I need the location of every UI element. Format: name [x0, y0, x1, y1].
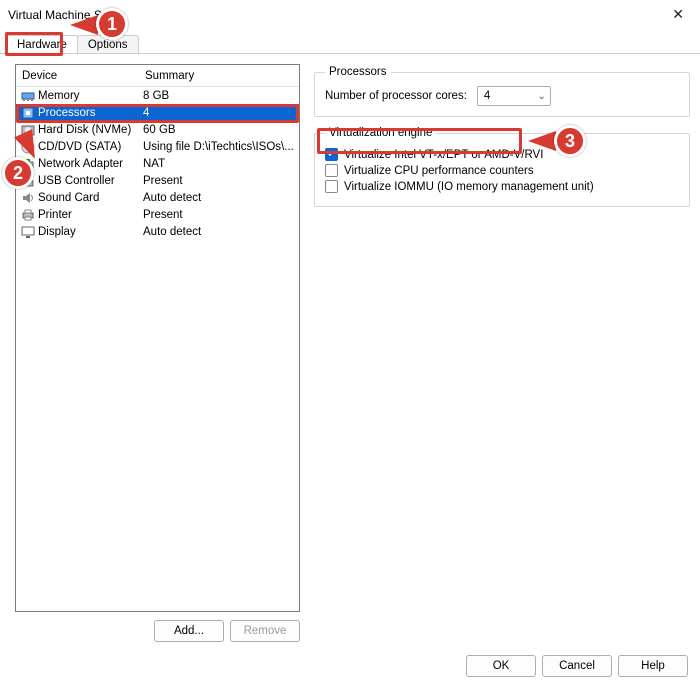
add-button[interactable]: Add...: [154, 620, 224, 642]
annotation-badge-3: 3: [554, 125, 586, 157]
device-label: Display: [36, 226, 139, 238]
device-table: Device Summary Memory8 GBProcessors4Hard…: [15, 64, 300, 612]
processors-group: Processors Number of processor cores: 4 …: [314, 66, 690, 117]
checkbox-vt[interactable]: ✓: [325, 148, 338, 161]
device-label: Memory: [36, 90, 139, 102]
device-label: Network Adapter: [36, 158, 139, 170]
device-summary: Auto detect: [139, 226, 299, 238]
table-row[interactable]: Memory8 GB: [16, 87, 299, 104]
col-header-summary[interactable]: Summary: [141, 70, 299, 82]
printer-icon: [20, 208, 36, 222]
checkbox-iommu[interactable]: [325, 180, 338, 193]
annotation-badge-1: 1: [96, 8, 128, 40]
col-header-device[interactable]: Device: [16, 70, 141, 82]
device-summary: 8 GB: [139, 90, 299, 102]
checkbox-label-vt: Virtualize Intel VT-x/EPT or AMD-V/RVI: [344, 149, 543, 161]
virtualization-group: Virtualization engine ✓ Virtualize Intel…: [314, 127, 690, 207]
table-row[interactable]: DisplayAuto detect: [16, 223, 299, 240]
device-summary: 60 GB: [139, 124, 299, 136]
close-icon[interactable]: ✕: [666, 6, 690, 23]
table-row[interactable]: Hard Disk (NVMe)60 GB: [16, 121, 299, 138]
ok-button[interactable]: OK: [466, 655, 536, 677]
checkbox-label-perf: Virtualize CPU performance counters: [344, 165, 534, 177]
device-label: Printer: [36, 209, 139, 221]
device-label: Processors: [36, 107, 139, 119]
remove-button[interactable]: Remove: [230, 620, 300, 642]
sound-icon: [20, 191, 36, 205]
device-label: CD/DVD (SATA): [36, 141, 139, 153]
annotation-arrow-1: [70, 15, 98, 35]
cancel-button[interactable]: Cancel: [542, 655, 612, 677]
device-summary: Using file D:\iTechtics\ISOs\...: [139, 141, 299, 153]
annotation-badge-2: 2: [2, 157, 34, 189]
device-summary: Present: [139, 209, 299, 221]
device-summary: 4: [139, 107, 299, 119]
cpu-icon: [20, 106, 36, 120]
device-label: Hard Disk (NVMe): [36, 124, 139, 136]
device-summary: Present: [139, 175, 299, 187]
cores-value: 4: [484, 90, 490, 102]
checkbox-label-iommu: Virtualize IOMMU (IO memory management u…: [344, 181, 594, 193]
table-row[interactable]: USB ControllerPresent: [16, 172, 299, 189]
device-label: Sound Card: [36, 192, 139, 204]
cores-select[interactable]: 4 ⌄: [477, 86, 551, 106]
checkbox-perf[interactable]: [325, 164, 338, 177]
help-button[interactable]: Help: [618, 655, 688, 677]
chevron-down-icon: ⌄: [538, 91, 546, 102]
tab-hardware[interactable]: Hardware: [6, 35, 78, 53]
display-icon: [20, 225, 36, 239]
table-header: Device Summary: [16, 65, 299, 87]
device-label: USB Controller: [36, 175, 139, 187]
checkbox-row-iommu[interactable]: Virtualize IOMMU (IO memory management u…: [325, 180, 679, 193]
device-summary: Auto detect: [139, 192, 299, 204]
device-summary: NAT: [139, 158, 299, 170]
table-row[interactable]: Network AdapterNAT: [16, 155, 299, 172]
table-row[interactable]: Sound CardAuto detect: [16, 189, 299, 206]
virtualization-legend: Virtualization engine: [325, 127, 436, 139]
processors-legend: Processors: [325, 66, 391, 78]
footer-buttons: OK Cancel Help: [466, 655, 688, 677]
memory-icon: [20, 89, 36, 103]
table-row[interactable]: Processors4: [16, 104, 299, 121]
cores-label: Number of processor cores:: [325, 90, 467, 102]
table-row[interactable]: PrinterPresent: [16, 206, 299, 223]
table-row[interactable]: CD/DVD (SATA)Using file D:\iTechtics\ISO…: [16, 138, 299, 155]
annotation-arrow-3: [528, 131, 556, 151]
checkbox-row-perf[interactable]: Virtualize CPU performance counters: [325, 164, 679, 177]
checkbox-row-vt[interactable]: ✓ Virtualize Intel VT-x/EPT or AMD-V/RVI: [325, 148, 679, 161]
